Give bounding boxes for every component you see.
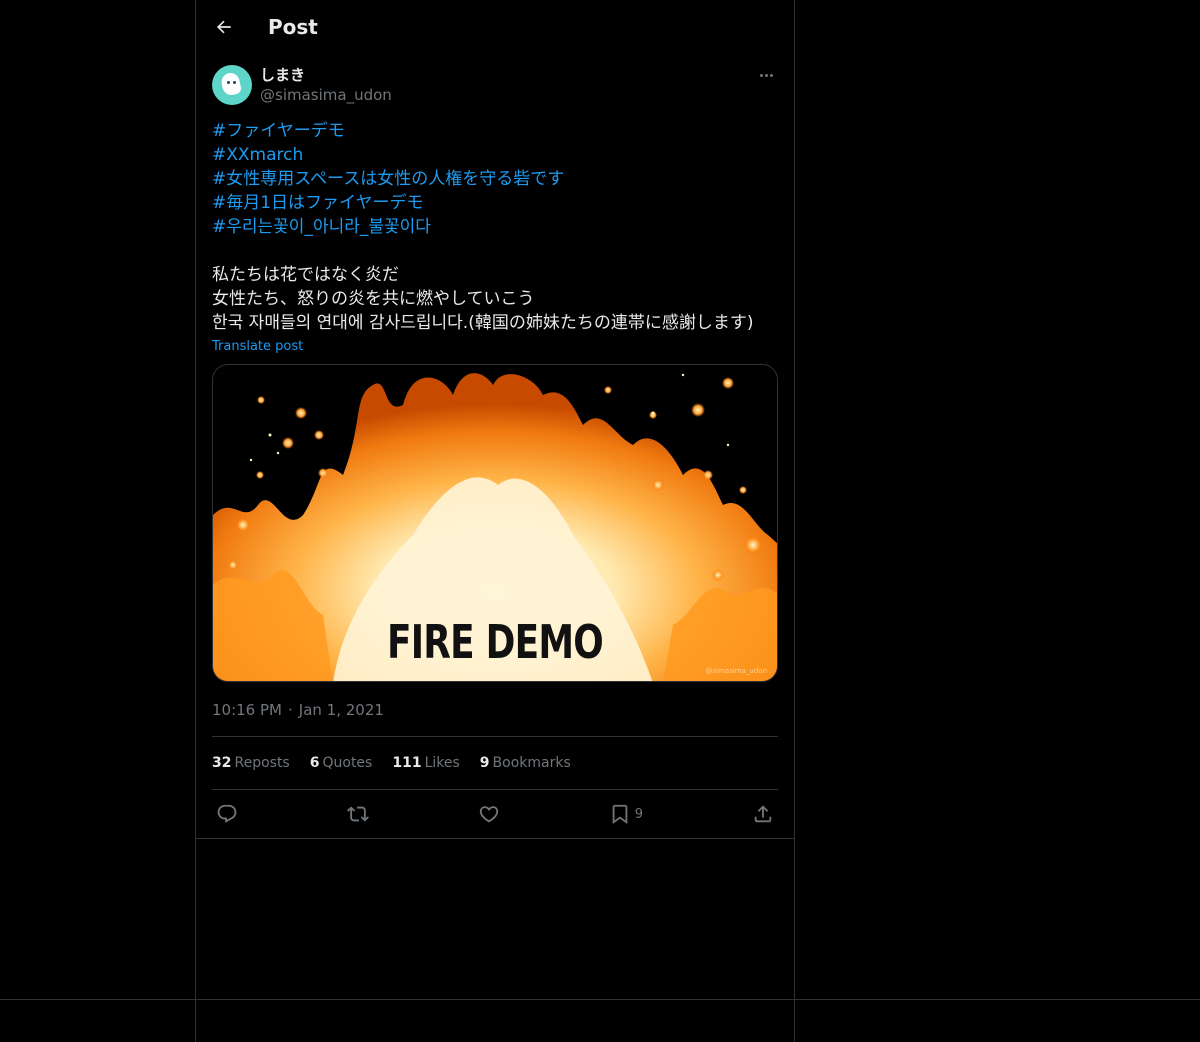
more-options-button[interactable]	[754, 65, 778, 85]
bookmarks-stat[interactable]: 9 Bookmarks	[480, 755, 571, 771]
right-column-border	[794, 0, 795, 1042]
like-button[interactable]	[478, 803, 500, 825]
bottom-border	[0, 999, 1200, 1000]
bookmark-icon	[612, 804, 628, 825]
post-timestamp: 10:16 PM · Jan 1, 2021	[212, 700, 778, 720]
ghost-avatar-graphic	[219, 71, 243, 97]
translate-post-link[interactable]: Translate post	[212, 339, 303, 354]
author-names: しまき @simasima_udon	[260, 65, 392, 105]
page-header: Post	[196, 0, 794, 54]
share-button[interactable]	[752, 803, 774, 825]
hashtag-link[interactable]: #毎月1日はファイヤーデモ	[212, 191, 424, 215]
post-bottom-border	[196, 838, 794, 839]
post-image[interactable]: FIRE DEMO @simasima_udon	[212, 364, 778, 682]
bookmark-button[interactable]: 9	[609, 803, 643, 825]
post-text-line: 한국 자매들의 연대에 감사드립니다.(韓国の姉妹たちの連帯に感謝します)	[212, 313, 754, 333]
quotes-stat[interactable]: 6 Quotes	[310, 755, 373, 771]
post: しまき @simasima_udon #ファイヤーデモ #XXmarch #女性…	[196, 65, 794, 839]
page-title: Post	[268, 15, 318, 39]
timestamp-separator: ·	[287, 701, 293, 719]
image-watermark: @simasima_udon	[705, 667, 768, 675]
post-author: しまき @simasima_udon	[212, 65, 778, 105]
avatar[interactable]	[212, 65, 252, 105]
back-button[interactable]	[212, 15, 236, 39]
arrow-left-icon	[216, 20, 231, 34]
post-text-line: 私たちは花ではなく炎だ	[212, 265, 399, 285]
author-display-name[interactable]: しまき	[260, 65, 392, 85]
heart-icon	[479, 806, 499, 823]
more-dots-icon	[759, 73, 763, 77]
post-actions: 9	[212, 790, 778, 838]
reply-icon	[217, 804, 237, 823]
reposts-stat[interactable]: 32 Reposts	[212, 755, 290, 771]
share-icon	[754, 805, 772, 823]
repost-button[interactable]	[346, 803, 369, 825]
hashtag-link[interactable]: #女性専用スペースは女性の人権を守る砦です	[212, 167, 564, 191]
post-text: #ファイヤーデモ #XXmarch #女性専用スペースは女性の人権を守る砦です …	[212, 119, 778, 335]
hashtag-link[interactable]: #ファイヤーデモ	[212, 119, 345, 143]
repost-icon	[346, 806, 369, 822]
main-column: Post しまき @simasima_udon #ファイヤーデモ #XXmarc…	[196, 0, 794, 839]
hashtag-link[interactable]: #우리는꽃이_아니라_불꽃이다	[212, 215, 431, 239]
post-text-line: 女性たち、怒りの炎を共に燃やしていこう	[212, 289, 535, 309]
post-stats: 32 Reposts 6 Quotes 111 Likes 9 Bookmarks	[212, 737, 778, 789]
likes-stat[interactable]: 111 Likes	[392, 755, 459, 771]
hashtag-link[interactable]: #XXmarch	[212, 143, 303, 167]
reply-button[interactable]	[216, 803, 238, 825]
post-time[interactable]: 10:16 PM	[212, 700, 282, 720]
image-caption: FIRE DEMO	[387, 615, 604, 669]
post-date[interactable]: Jan 1, 2021	[299, 700, 384, 720]
author-handle[interactable]: @simasima_udon	[260, 85, 392, 105]
bookmark-count: 9	[634, 806, 644, 822]
